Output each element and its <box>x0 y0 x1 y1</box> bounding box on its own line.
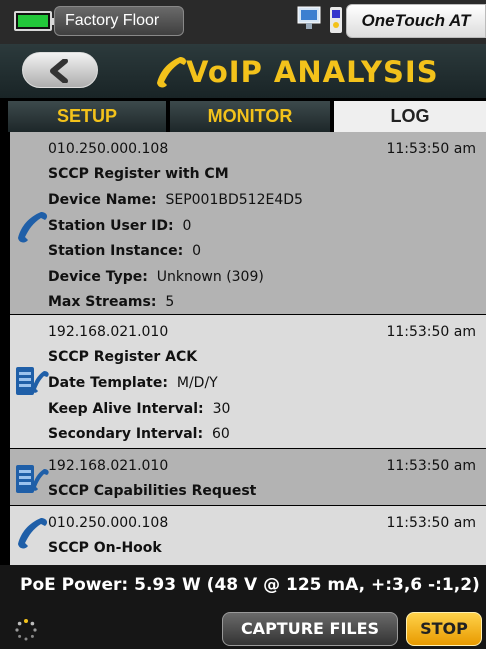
status-bar: Factory Floor OneTouch AT <box>0 0 486 44</box>
network-connection-icon[interactable] <box>296 5 346 35</box>
log-address: 010.250.000.108 <box>48 515 169 531</box>
log-entry[interactable]: 192.168.021.010 11:53:50 am SCCP Registe… <box>10 315 486 448</box>
call-manager-server-icon <box>16 465 49 493</box>
log-field: Device Type: Unknown (309) <box>48 269 264 285</box>
poe-power-status: PoE Power: 5.93 W (48 V @ 125 mA, +:3,6 … <box>20 575 480 595</box>
log-time: 11:53:50 am <box>386 141 476 157</box>
log-time: 11:53:50 am <box>386 515 476 531</box>
tab-setup[interactable]: SETUP <box>8 101 166 132</box>
log-list[interactable]: 010.250.000.108 11:53:50 am SCCP Registe… <box>10 132 486 565</box>
battery-icon <box>14 11 56 31</box>
phone-handset-icon <box>18 518 48 549</box>
log-entry[interactable]: 010.250.000.108 11:53:50 am SCCP Registe… <box>10 132 486 314</box>
log-entry[interactable]: 192.168.021.010 11:53:50 am SCCP Capabil… <box>10 449 486 505</box>
device-name-badge[interactable]: OneTouch AT <box>346 4 486 38</box>
log-field: Station Instance: 0 <box>48 243 202 259</box>
title-bar: VoIP ANALYSIS <box>0 44 486 98</box>
log-field: Station User ID: 0 <box>48 218 192 234</box>
page-title: VoIP ANALYSIS <box>186 55 439 89</box>
chevron-left-icon <box>50 59 68 83</box>
log-address: 010.250.000.108 <box>48 141 169 157</box>
log-field: Secondary Interval: 60 <box>48 426 230 442</box>
call-manager-server-icon <box>16 367 49 395</box>
log-message: SCCP Register with CM <box>48 166 229 182</box>
log-message: SCCP Register ACK <box>48 349 198 365</box>
log-field: Date Template: M/D/Y <box>48 375 218 391</box>
tab-log[interactable]: LOG <box>334 101 486 132</box>
phone-handset-icon <box>157 57 187 88</box>
log-address: 192.168.021.010 <box>48 324 169 340</box>
capture-files-button[interactable]: CAPTURE FILES <box>222 612 398 646</box>
footer-bar: PoE Power: 5.93 W (48 V @ 125 mA, +:3,6 … <box>0 565 486 649</box>
location-button[interactable]: Factory Floor <box>54 6 184 36</box>
log-time: 11:53:50 am <box>386 458 476 474</box>
busy-spinner-icon <box>15 619 37 641</box>
log-field: Keep Alive Interval: 30 <box>48 401 231 417</box>
tab-monitor[interactable]: MONITOR <box>170 101 330 132</box>
log-message: SCCP On-Hook <box>48 540 162 556</box>
tab-bar: SETUP MONITOR LOG <box>0 98 486 132</box>
stop-button[interactable]: STOP <box>406 612 482 646</box>
phone-handset-icon <box>18 212 48 243</box>
back-button[interactable] <box>22 52 98 88</box>
log-time: 11:53:50 am <box>386 324 476 340</box>
log-message: SCCP Capabilities Request <box>48 483 257 499</box>
log-field: Max Streams: 5 <box>48 294 175 310</box>
log-entry[interactable]: 010.250.000.108 11:53:50 am SCCP On-Hook <box>10 506 486 565</box>
log-address: 192.168.021.010 <box>48 458 169 474</box>
log-field: Device Name: SEP001BD512E4D5 <box>48 192 303 208</box>
